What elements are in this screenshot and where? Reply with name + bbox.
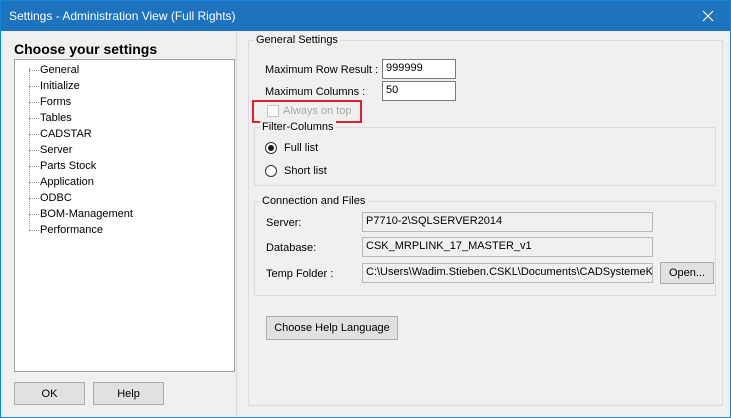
full-list-radio[interactable] xyxy=(265,142,277,154)
tree-item-forms[interactable]: Forms xyxy=(40,95,71,109)
settings-heading: Choose your settings xyxy=(14,41,158,57)
ok-button[interactable]: OK xyxy=(14,382,85,405)
max-row-input[interactable]: 999999 xyxy=(382,59,456,79)
max-cols-label: Maximum Columns : xyxy=(265,86,366,98)
tree-item-parts-stock[interactable]: Parts Stock xyxy=(40,159,96,173)
always-on-top-checkbox[interactable] xyxy=(267,105,279,117)
tree-item-cadstar[interactable]: CADSTAR xyxy=(40,127,92,141)
database-label: Database: xyxy=(266,242,317,254)
temp-folder-field[interactable]: C:\Users\Wadim.Stieben.CSKL\Documents\CA… xyxy=(362,263,653,283)
tree-item-tables[interactable]: Tables xyxy=(40,111,72,125)
tree-connector xyxy=(29,230,39,232)
server-label: Server: xyxy=(266,217,302,229)
tree-connector-line xyxy=(29,68,31,230)
tree-connector xyxy=(29,118,39,120)
max-cols-input[interactable]: 50 xyxy=(382,81,456,101)
close-icon xyxy=(702,10,714,22)
tree-connector xyxy=(29,70,39,72)
tree-connector xyxy=(29,182,39,184)
general-settings-title: General Settings xyxy=(254,34,340,46)
help-button[interactable]: Help xyxy=(93,382,164,405)
tree-item-server[interactable]: Server xyxy=(40,143,72,157)
tree-item-performance[interactable]: Performance xyxy=(40,223,103,237)
title-bar: Settings - Administration View (Full Rig… xyxy=(1,1,730,31)
server-field[interactable]: P7710-2\SQLSERVER2014 xyxy=(362,212,653,232)
short-list-radio[interactable] xyxy=(265,165,277,177)
full-list-label: Full list xyxy=(284,142,319,154)
short-list-label: Short list xyxy=(284,165,327,177)
tree-connector xyxy=(29,198,39,200)
temp-folder-label: Temp Folder : xyxy=(266,268,334,280)
choose-help-language-button[interactable]: Choose Help Language xyxy=(266,316,398,340)
tree-item-bom-management[interactable]: BOM-Management xyxy=(40,207,133,221)
tree-connector xyxy=(29,102,39,104)
max-row-label: Maximum Row Result : xyxy=(265,64,379,76)
close-button[interactable] xyxy=(686,1,730,31)
database-field[interactable]: CSK_MRPLINK_17_MASTER_v1 xyxy=(362,237,653,257)
tree-item-initialize[interactable]: Initialize xyxy=(40,79,80,93)
tree-connector xyxy=(29,150,39,152)
tree-item-general[interactable]: General xyxy=(40,63,79,77)
filter-columns-group xyxy=(254,127,716,186)
tree-connector xyxy=(29,166,39,168)
settings-tree[interactable]: General Initialize Forms Tables CADSTAR … xyxy=(14,59,235,372)
connection-title: Connection and Files xyxy=(260,195,368,207)
always-on-top-label: Always on top xyxy=(283,105,352,117)
tree-connector xyxy=(29,134,39,136)
open-folder-button[interactable]: Open... xyxy=(660,262,714,284)
tree-item-application[interactable]: Application xyxy=(40,175,94,189)
tree-connector xyxy=(29,86,39,88)
tree-connector xyxy=(29,214,39,216)
window-title: Settings - Administration View (Full Rig… xyxy=(9,9,236,23)
tree-item-odbc[interactable]: ODBC xyxy=(40,191,72,205)
filter-columns-title: Filter-Columns xyxy=(260,121,336,133)
